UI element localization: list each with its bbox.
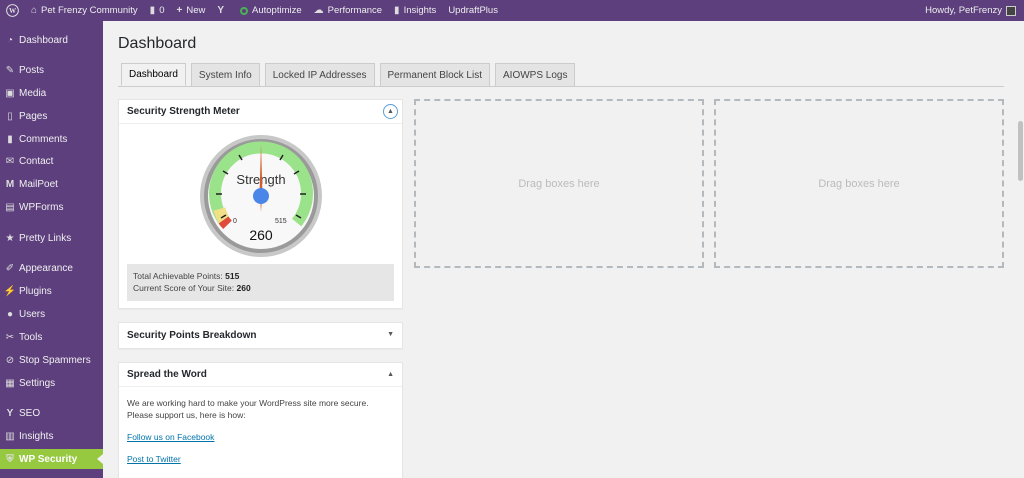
sidebar-item-seo[interactable]: Y SEO xyxy=(0,403,103,423)
tab-aiowps-logs[interactable]: AIOWPS Logs xyxy=(495,63,576,86)
seo-icon: Y xyxy=(6,407,14,419)
avatar xyxy=(1006,5,1016,16)
shield-icon: ⛨ xyxy=(6,453,14,465)
autoptimize-menu[interactable]: Autoptimize xyxy=(234,0,308,21)
wrench-icon: ✂ xyxy=(5,331,15,343)
chart-icon: ▥ xyxy=(5,430,15,442)
yoast-menu[interactable]: Y xyxy=(211,0,234,21)
performance-menu[interactable]: ☁ Performance xyxy=(308,0,388,21)
home-icon: ⌂ xyxy=(31,5,38,16)
admin-bar: W ⌂ Pet Frenzy Community ▮ 0 + New Y Aut… xyxy=(0,0,1024,21)
sidebar-item-mailpoet[interactable]: M MailPoet xyxy=(0,174,103,194)
score-summary: Total Achievable Points: 515 Current Sco… xyxy=(127,264,394,301)
comment-icon: ▮ xyxy=(149,5,156,16)
spread-text: We are working hard to make your WordPre… xyxy=(127,398,369,420)
brush-icon: ✐ xyxy=(5,262,15,274)
pin-icon: ✎ xyxy=(5,64,15,76)
tab-locked-ip-addresses[interactable]: Locked IP Addresses xyxy=(264,63,375,86)
security-strength-meter-box: Security Strength Meter ▲ S xyxy=(118,99,403,309)
drop-zone-1[interactable]: Drag boxes here xyxy=(414,99,704,268)
sidebar-item-plugins[interactable]: ⚡ Plugins xyxy=(0,281,103,301)
collapse-toggle-icon[interactable]: ▲ xyxy=(383,104,398,119)
sidebar-item-posts[interactable]: ✎ Posts xyxy=(0,60,103,80)
postbox-header[interactable]: Spread the Word ▲ xyxy=(119,363,402,387)
performance-icon: ☁ xyxy=(313,5,324,16)
envelope-icon: ✉ xyxy=(5,155,15,167)
spread-the-word-box: Spread the Word ▲ We are working hard to… xyxy=(118,362,403,478)
wordpress-icon: W xyxy=(6,4,19,17)
sidebar-item-pretty-links[interactable]: ★ Pretty Links xyxy=(0,228,103,248)
security-points-breakdown-box: Security Points Breakdown ▼ xyxy=(118,322,403,349)
link-icon: ★ xyxy=(5,232,15,244)
comments-link[interactable]: ▮ 0 xyxy=(144,0,171,21)
dashboard-icon: ◔ xyxy=(6,34,14,46)
collapse-toggle-icon[interactable]: ▲ xyxy=(387,371,394,378)
sidebar-item-dashboard[interactable]: ◔ Dashboard xyxy=(0,30,103,50)
facebook-link[interactable]: Follow us on Facebook xyxy=(127,431,394,443)
drop-zone-2[interactable]: Drag boxes here xyxy=(714,99,1004,268)
twitter-link[interactable]: Post to Twitter xyxy=(127,453,394,465)
sidebar-item-wp-security[interactable]: ⛨ WP Security xyxy=(0,449,103,469)
sidebar-item-users[interactable]: ● Users xyxy=(0,304,103,324)
svg-text:W: W xyxy=(9,7,17,15)
tab-dashboard[interactable]: Dashboard xyxy=(121,63,186,86)
wordpress-logo-button[interactable]: W xyxy=(0,0,25,21)
updraftplus-menu[interactable]: UpdraftPlus xyxy=(442,0,504,21)
gauge-needle xyxy=(253,144,269,212)
autoptimize-status-icon xyxy=(240,6,249,15)
sidebar-item-settings[interactable]: ▦ Settings xyxy=(0,373,103,393)
page-title: Dashboard xyxy=(118,35,197,52)
sidebar-item-tools[interactable]: ✂ Tools xyxy=(0,327,103,347)
mailpoet-icon: M xyxy=(5,178,15,190)
page-scrollbar[interactable] xyxy=(1017,21,1024,478)
settings-icon: ▦ xyxy=(5,377,15,389)
nav-tabs: Dashboard System Info Locked IP Addresse… xyxy=(121,63,580,86)
sidebar-item-stop-spammers[interactable]: ⊘ Stop Spammers xyxy=(0,350,103,370)
stop-icon: ⊘ xyxy=(5,354,15,366)
admin-sidebar: ◔ Dashboard ✎ Posts ▣ Media ▯ Pages ▮ Comment… xyxy=(0,21,103,478)
sidebar-item-wpforms[interactable]: ▤ WPForms xyxy=(0,197,103,217)
tab-system-info[interactable]: System Info xyxy=(190,63,260,86)
yoast-icon: Y xyxy=(217,5,225,16)
bar-chart-icon: ▮ xyxy=(394,5,400,16)
spread-body: We are working hard to make your WordPre… xyxy=(119,387,402,475)
sidebar-item-comments[interactable]: ▮ Comments xyxy=(0,129,103,149)
account-menu[interactable]: Howdy, PetFrenzy xyxy=(919,0,1024,21)
sidebar-item-contact[interactable]: ✉ Contact xyxy=(0,151,103,171)
form-icon: ▤ xyxy=(5,201,15,213)
tabs-divider xyxy=(118,86,1004,87)
strength-gauge: Strength 0 515 260 xyxy=(199,134,323,258)
sidebar-item-insights[interactable]: ▥ Insights xyxy=(0,426,103,446)
postbox-header[interactable]: Security Strength Meter ▲ xyxy=(119,100,402,124)
sidebar-item-media[interactable]: ▣ Media xyxy=(0,83,103,103)
user-icon: ● xyxy=(6,308,14,320)
expand-toggle-icon[interactable]: ▼ xyxy=(387,331,394,338)
pages-icon: ▯ xyxy=(7,110,13,122)
plug-icon: ⚡ xyxy=(3,285,17,297)
sidebar-item-pages[interactable]: ▯ Pages xyxy=(0,106,103,126)
sidebar-item-appearance[interactable]: ✐ Appearance xyxy=(0,258,103,278)
tab-permanent-block-list[interactable]: Permanent Block List xyxy=(379,63,490,86)
scrollbar-thumb[interactable] xyxy=(1018,121,1023,181)
postbox-header[interactable]: Security Points Breakdown ▼ xyxy=(119,323,402,348)
media-icon: ▣ xyxy=(5,87,15,99)
site-name-link[interactable]: ⌂ Pet Frenzy Community xyxy=(25,0,144,21)
plus-icon: + xyxy=(176,5,183,16)
comment-icon: ▮ xyxy=(7,133,13,145)
new-content-link[interactable]: + New xyxy=(170,0,211,21)
insights-menu[interactable]: ▮ Insights xyxy=(388,0,442,21)
